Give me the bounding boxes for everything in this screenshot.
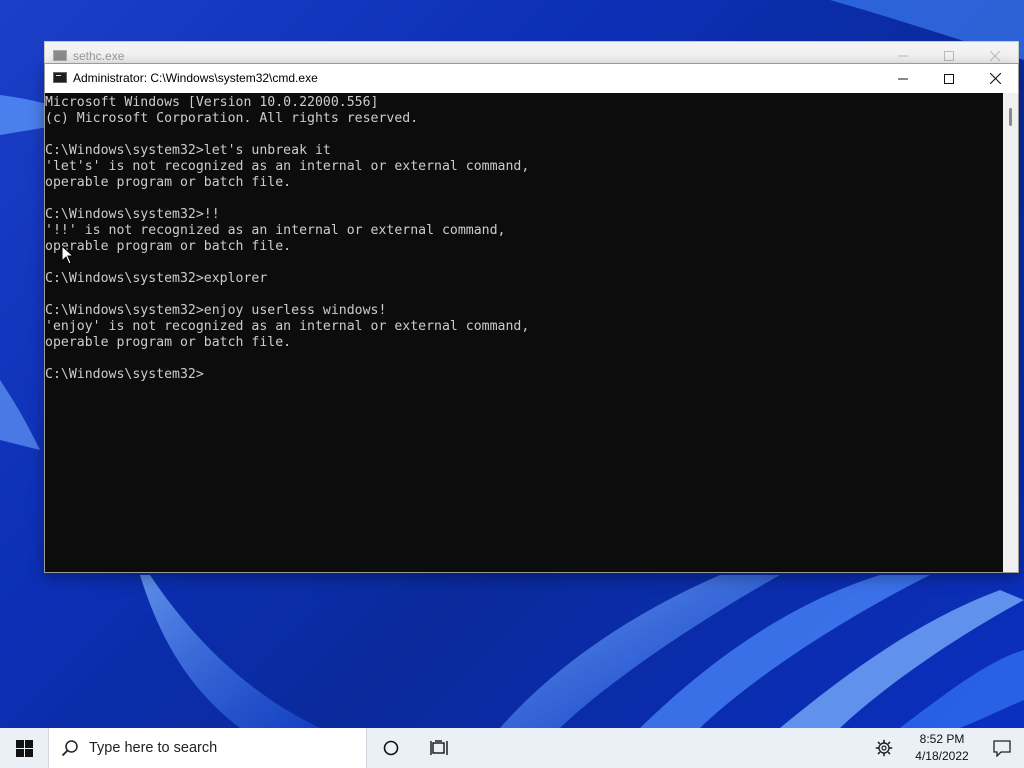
cmd-window-title: Administrator: C:\Windows\system32\cmd.e… xyxy=(73,71,318,85)
notification-icon xyxy=(993,739,1011,757)
maximize-icon xyxy=(944,73,954,84)
settings-button[interactable] xyxy=(864,728,904,768)
task-view-icon xyxy=(430,740,448,755)
search-placeholder: Type here to search xyxy=(89,740,218,756)
sethc-window-title: sethc.exe xyxy=(73,49,125,63)
settings-gear-icon xyxy=(875,739,893,757)
clock-time: 8:52 PM xyxy=(919,732,965,746)
cortana-icon xyxy=(383,740,399,756)
console-line: '!!' is not recognized as an internal or… xyxy=(45,223,506,238)
console-line: Microsoft Windows [Version 10.0.22000.55… xyxy=(45,95,379,110)
system-tray: 8:52 PM 4/18/2022 xyxy=(864,728,1024,768)
console-line: 'enjoy' is not recognized as an internal… xyxy=(45,319,530,334)
console-line: C:\Windows\system32> xyxy=(45,367,204,382)
scrollbar-thumb[interactable] xyxy=(1009,108,1012,126)
notification-center-button[interactable] xyxy=(980,728,1024,768)
minimize-icon xyxy=(898,55,908,57)
mouse-pointer-icon xyxy=(61,245,75,265)
cmd-close-button[interactable] xyxy=(972,64,1018,93)
search-icon xyxy=(61,740,78,757)
clock-date: 4/18/2022 xyxy=(915,749,969,763)
console-line: C:\Windows\system32>let's unbreak it xyxy=(45,143,331,158)
taskbar: Type here to search 8:52 PM 4/18/2022 xyxy=(0,728,1024,768)
cmd-maximize-button[interactable] xyxy=(926,64,972,93)
cmd-window[interactable]: Administrator: C:\Windows\system32\cmd.e… xyxy=(44,63,1019,573)
close-icon xyxy=(989,73,1001,84)
console-line: 'let's' is not recognized as an internal… xyxy=(45,159,530,174)
console-line: (c) Microsoft Corporation. All rights re… xyxy=(45,111,419,126)
minimize-icon xyxy=(898,78,908,79)
cmd-titlebar[interactable]: Administrator: C:\Windows\system32\cmd.e… xyxy=(45,64,1018,93)
taskbar-search-box[interactable]: Type here to search xyxy=(48,728,367,768)
cortana-button[interactable] xyxy=(367,728,415,768)
start-button[interactable] xyxy=(0,728,48,768)
cmd-minimize-button[interactable] xyxy=(880,64,926,93)
maximize-icon xyxy=(944,51,954,61)
taskbar-clock[interactable]: 8:52 PM 4/18/2022 xyxy=(904,731,980,765)
sethc-app-icon xyxy=(53,50,67,61)
console-line: C:\Windows\system32>explorer xyxy=(45,271,268,286)
cmd-app-icon[interactable] xyxy=(53,72,67,83)
task-view-button[interactable] xyxy=(415,728,463,768)
console-scrollbar[interactable] xyxy=(1003,93,1018,572)
console-line: operable program or batch file. xyxy=(45,239,292,254)
console-output[interactable]: Microsoft Windows [Version 10.0.22000.55… xyxy=(45,93,1003,574)
windows-start-icon xyxy=(15,739,33,757)
console-line: operable program or batch file. xyxy=(45,335,292,350)
console-line: C:\Windows\system32>!! xyxy=(45,207,220,222)
console-line: C:\Windows\system32>enjoy userless windo… xyxy=(45,303,387,318)
close-icon xyxy=(990,51,1000,61)
console-line: operable program or batch file. xyxy=(45,175,292,190)
